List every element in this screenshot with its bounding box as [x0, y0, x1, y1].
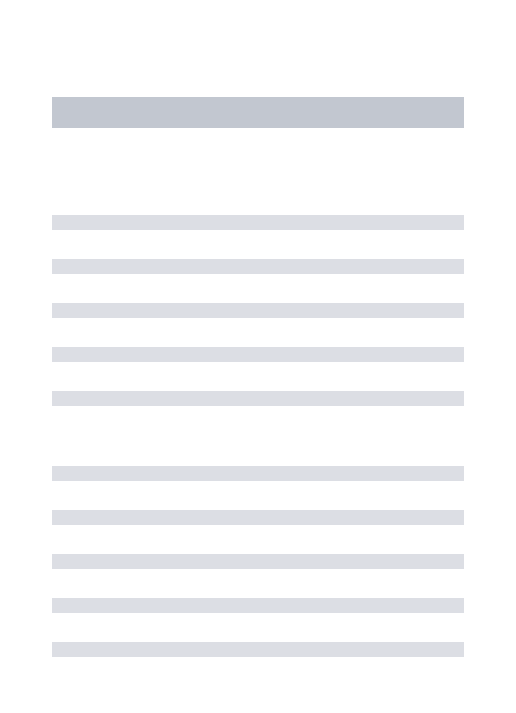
text-line: [52, 259, 464, 274]
text-line: [52, 391, 464, 406]
text-line: [52, 598, 464, 613]
text-line: [52, 642, 464, 657]
text-line: [52, 215, 464, 230]
text-line: [52, 554, 464, 569]
title-bar: [52, 97, 464, 128]
paragraph-2: [52, 466, 464, 657]
text-line: [52, 303, 464, 318]
text-line: [52, 466, 464, 481]
paragraph-1: [52, 215, 464, 406]
text-line: [52, 347, 464, 362]
text-line: [52, 510, 464, 525]
